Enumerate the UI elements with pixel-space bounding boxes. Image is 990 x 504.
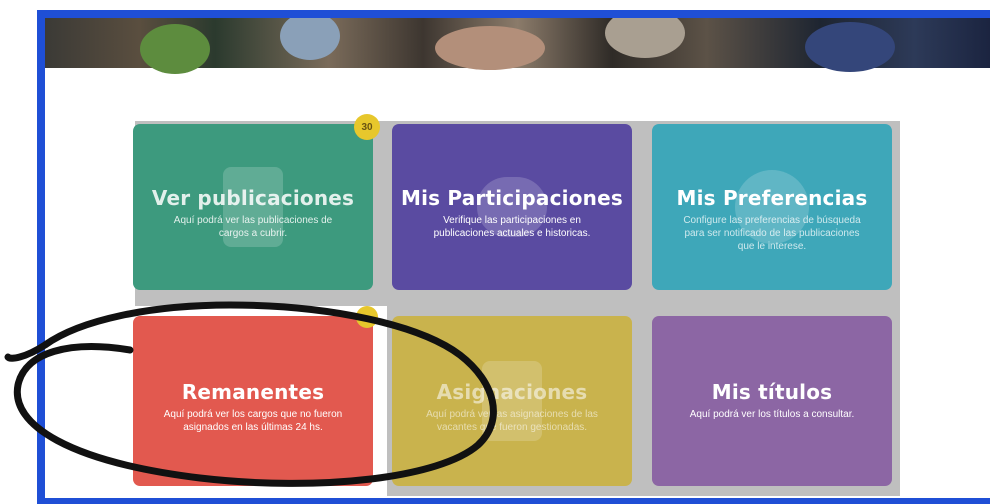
card-title: Asignaciones	[436, 380, 588, 404]
card-description: Aquí podrá ver los cargos que no fueron …	[163, 409, 343, 433]
card-title: Mis títulos	[711, 380, 833, 404]
card-description: Aquí podrá ver las publicaciones de carg…	[173, 215, 333, 239]
card-description: Configure las preferencias de búsqueda p…	[683, 215, 861, 252]
card-description: Aquí podrá ver los títulos a consultar.	[689, 409, 855, 420]
count-badge: 30	[354, 114, 380, 140]
count-badge	[356, 306, 378, 328]
card-title: Ver publicaciones	[151, 186, 355, 210]
card-description: Verifique las participaciones en publica…	[433, 215, 591, 239]
card-mis-preferencias[interactable]: Mis Preferencias Configure las preferenc…	[652, 124, 892, 290]
card-ver-publicaciones[interactable]: Ver publicaciones Aquí podrá ver las pub…	[133, 124, 373, 290]
card-mis-titulos[interactable]: Mis títulos Aquí podrá ver los títulos a…	[652, 316, 892, 486]
card-title: Remanentes	[181, 380, 325, 404]
card-remanentes[interactable]: Remanentes Aquí podrá ver los cargos que…	[133, 316, 373, 486]
card-asignaciones[interactable]: Asignaciones Aquí podrá ver las asignaci…	[392, 316, 632, 486]
card-mis-participaciones[interactable]: Mis Participaciones Verifique las partic…	[392, 124, 632, 290]
screenshot-content: Ver publicaciones Aquí podrá ver las pub…	[45, 18, 990, 498]
header-banner-photo	[45, 18, 990, 74]
blue-frame: Ver publicaciones Aquí podrá ver las pub…	[37, 10, 990, 504]
card-title: Mis Preferencias	[676, 186, 868, 210]
card-title: Mis Participaciones	[400, 186, 623, 210]
card-description: Aquí podrá ver las asignaciones de las v…	[426, 409, 598, 433]
